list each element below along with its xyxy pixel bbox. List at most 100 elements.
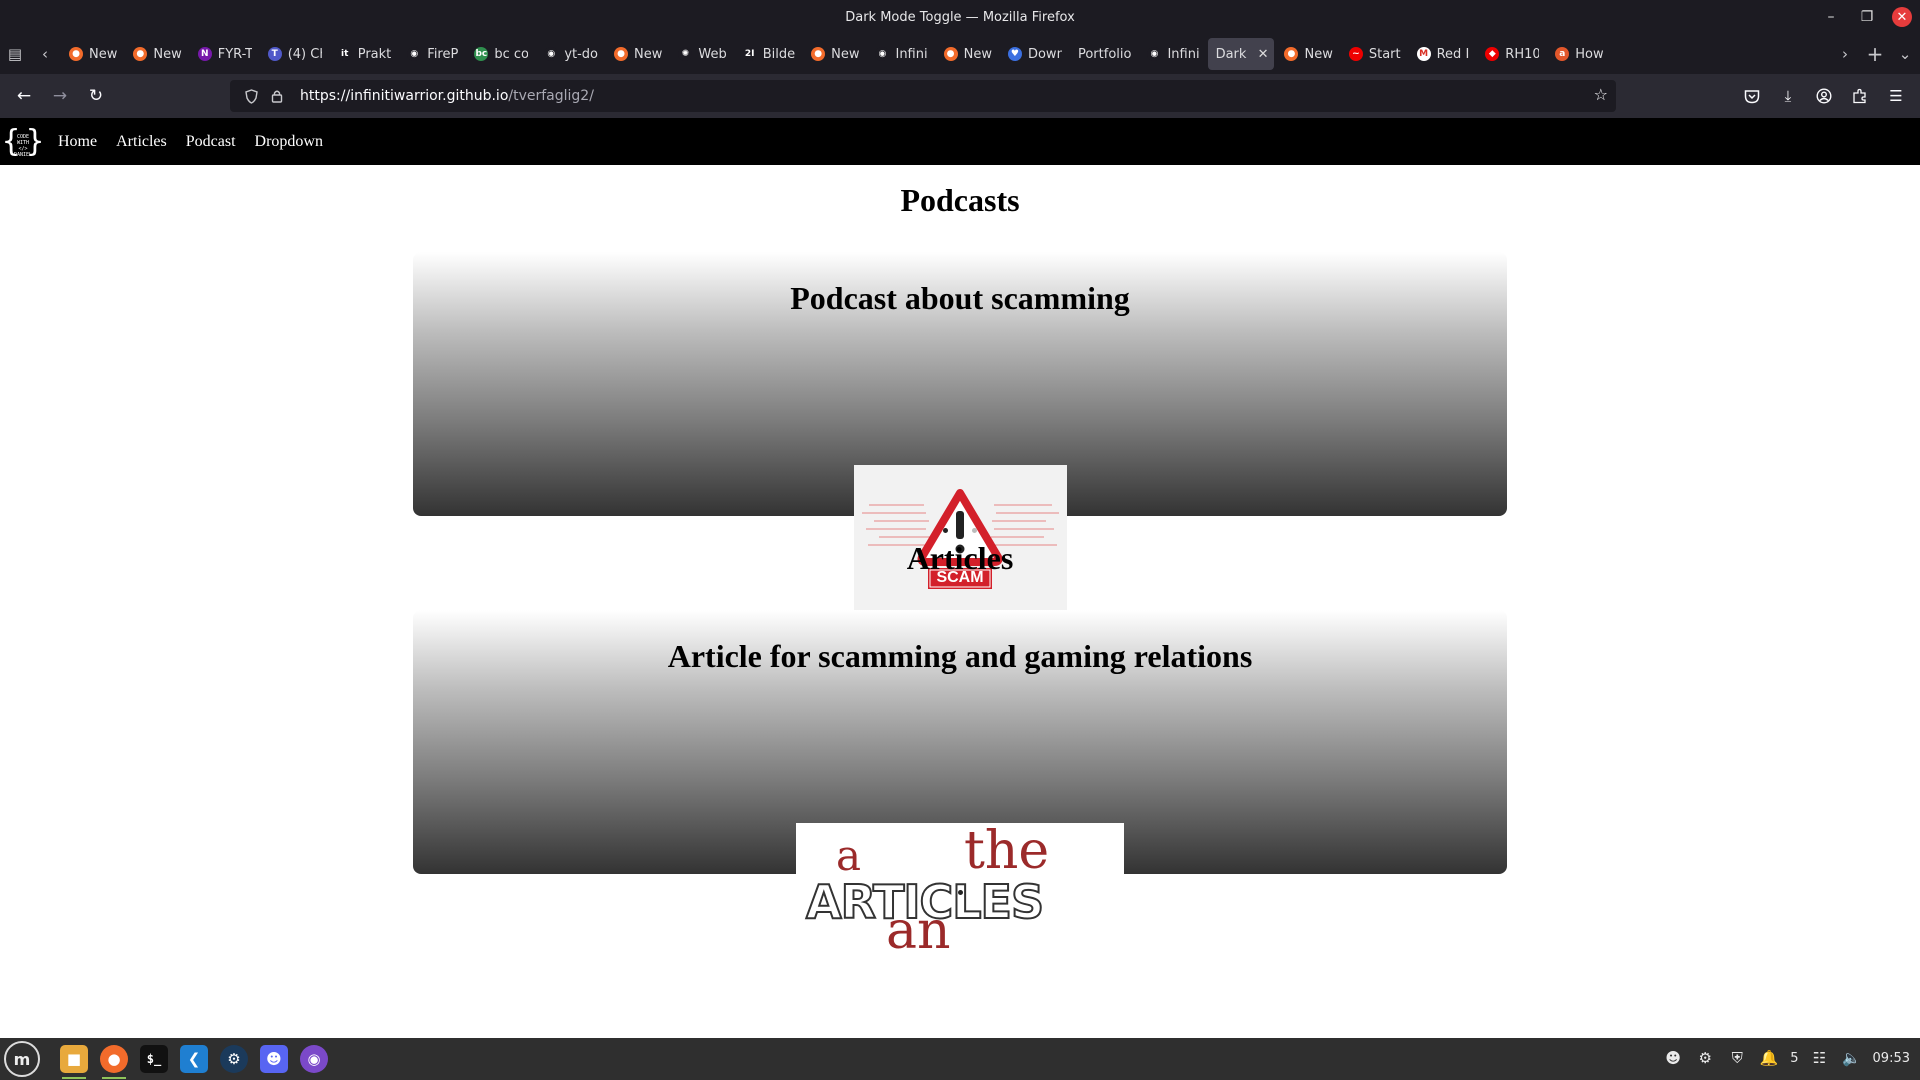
shield-tray-icon[interactable]: ⛨ [1726,1044,1748,1072]
tab-label: bc co [494,46,529,62]
discord-app[interactable]: ☻ [256,1041,292,1077]
tab-4[interactable]: T (4) Ch [260,38,328,70]
podcast-slide-dot-1[interactable] [943,528,948,533]
steam-tray-icon[interactable]: ⚙ [1694,1044,1716,1072]
url-text[interactable]: https://infinitiwarrior.github.io/tverfa… [300,88,594,104]
nav-dropdown[interactable]: Dropdown [255,133,323,151]
forward-button[interactable]: → [42,80,78,112]
scam-warning-icon [854,465,1067,613]
notification-count: 5 [1790,1050,1799,1066]
github-icon: ◉ [407,47,422,61]
clock[interactable]: 09:53 [1873,1051,1910,1066]
site-navbar: { } CODE WITH </> DANIEL Home Articles P… [0,118,1920,165]
tab-overview-icon[interactable]: ▤ [0,39,30,69]
tab-label: Down [1027,46,1062,62]
tab-15[interactable]: ♥ Down [1000,38,1068,70]
tab-23[interactable]: a How [1547,38,1609,70]
article-image-word-the: the [964,823,1050,881]
tab-label: FYR-T [217,46,252,62]
tab-2[interactable]: ● New [125,38,187,70]
url-bar[interactable]: https://infinitiwarrior.github.io/tverfa… [230,80,1616,112]
app-menu-icon[interactable]: ☰ [1882,80,1910,112]
scam-warning-image[interactable]: SCAM [854,465,1067,613]
tab-5[interactable]: it Prakt [330,38,398,70]
lock-icon[interactable] [266,89,288,103]
new-tab-icon[interactable]: + [1860,39,1890,69]
github-icon: ◉ [544,47,559,61]
tab-20[interactable]: ~ Start [1341,38,1407,70]
list-all-tabs-icon[interactable]: ⌄ [1890,39,1920,69]
podcast-carousel-card[interactable]: Podcast about scamming SCAM [413,252,1507,613]
volume-icon[interactable]: 🔈 [1841,1044,1863,1072]
tab-label: Red I [1436,46,1470,62]
back-button[interactable]: ← [6,80,42,112]
tab-7[interactable]: bc bc co [466,38,534,70]
mint-menu-icon[interactable]: m [4,1041,40,1077]
github-icon: ◉ [875,47,890,61]
steam-icon: ⚙ [220,1045,248,1073]
tabs-container: ● New ● New N FYR-T T (4) Ch it Prakt ◉ FireP bc bc c… [60,34,1830,74]
tab-3[interactable]: N FYR-T [190,38,258,70]
podcast-slide-dot-2[interactable] [972,528,977,533]
steam-app[interactable]: ⚙ [216,1041,252,1077]
tab-label: yt-do [564,46,599,62]
extensions-icon[interactable] [1846,80,1874,112]
terminal-app[interactable]: $_ [136,1041,172,1077]
tab-label: Prakt [357,46,392,62]
scroll-tabs-right-icon[interactable]: › [1830,39,1860,69]
maximize-icon[interactable]: ❐ [1856,6,1878,28]
discord-tray-icon[interactable]: ☻ [1662,1044,1684,1072]
tab-label: New [634,46,663,62]
onenote-icon: N [197,47,212,61]
article-image-word-a: a [836,831,862,880]
nav-podcast[interactable]: Podcast [186,133,236,151]
article-card-title: Article for scamming and gaming relation… [667,638,1253,674]
tab-9[interactable]: ● New [606,38,668,70]
system-tray: ☻ ⚙ ⛨ 🔔 5 ☷ 🔈 09:53 [1662,1044,1910,1072]
firefox-icon: ● [69,47,83,61]
tracking-protection-shield-icon[interactable] [240,88,262,104]
tab-13[interactable]: ◉ Infini [867,38,933,70]
tab-21[interactable]: M Red I [1409,38,1476,70]
tab-label: FireP [427,46,459,62]
tab-8[interactable]: ◉ yt-do [536,38,604,70]
firefox-icon: ● [943,47,958,61]
article-slide-dot-1[interactable] [957,890,963,895]
minimize-icon[interactable]: – [1820,6,1842,28]
tab-22[interactable]: ◆ RH10 [1477,38,1545,70]
scroll-tabs-left-icon[interactable]: ‹ [30,39,60,69]
url-scheme: https:// [300,88,351,104]
reload-button[interactable]: ↻ [78,80,114,112]
tab-6[interactable]: ◉ FireP [399,38,464,70]
navigation-toolbar: ← → ↻ https://infinitiwarrior.github.io/… [0,74,1920,118]
tab-19[interactable]: ● New [1276,38,1338,70]
tab-label: Dark I [1215,46,1250,62]
files-app[interactable]: ■ [56,1041,92,1079]
close-tab-icon[interactable]: ✕ [1258,47,1269,62]
downloads-icon[interactable]: ⤓ [1774,80,1802,112]
tab-14[interactable]: ● New [936,38,998,70]
vscode-app[interactable]: ❮ [176,1041,212,1077]
article-carousel-card[interactable]: Article for scamming and gaming relation… [413,610,1507,976]
firefox-icon: ● [1284,47,1299,61]
pocket-icon[interactable] [1738,80,1766,112]
tab-10[interactable]: ✺ Web [670,38,732,70]
tab-1[interactable]: ● New [61,38,123,70]
articles-word-image[interactable]: a the ARTICLES an [796,823,1124,976]
network-icon[interactable]: ☷ [1809,1044,1831,1072]
account-icon[interactable] [1810,80,1838,112]
firefox-app[interactable]: ● [96,1041,132,1079]
site-logo[interactable]: { } CODE WITH </> DANIEL [2,124,44,159]
tab-18[interactable]: Dark I ✕ [1207,38,1275,70]
github-desktop-app[interactable]: ◉ [296,1041,332,1077]
tab-11[interactable]: 2I Bilde [735,38,801,70]
close-window-icon[interactable]: ✕ [1892,7,1912,27]
tab-17[interactable]: ◉ Infini [1139,38,1205,70]
tab-strip: ▤ ‹ ● New ● New N FYR-T T (4) Ch it Prakt ◉ FireP bc… [0,34,1920,74]
notifications-icon[interactable]: 🔔 [1758,1044,1780,1072]
nav-home[interactable]: Home [58,133,97,151]
bookmark-star-icon[interactable]: ☆ [1594,85,1608,104]
tab-12[interactable]: ● New [803,38,865,70]
nav-articles[interactable]: Articles [116,133,167,151]
tab-16[interactable]: Portfolio [1070,38,1137,70]
